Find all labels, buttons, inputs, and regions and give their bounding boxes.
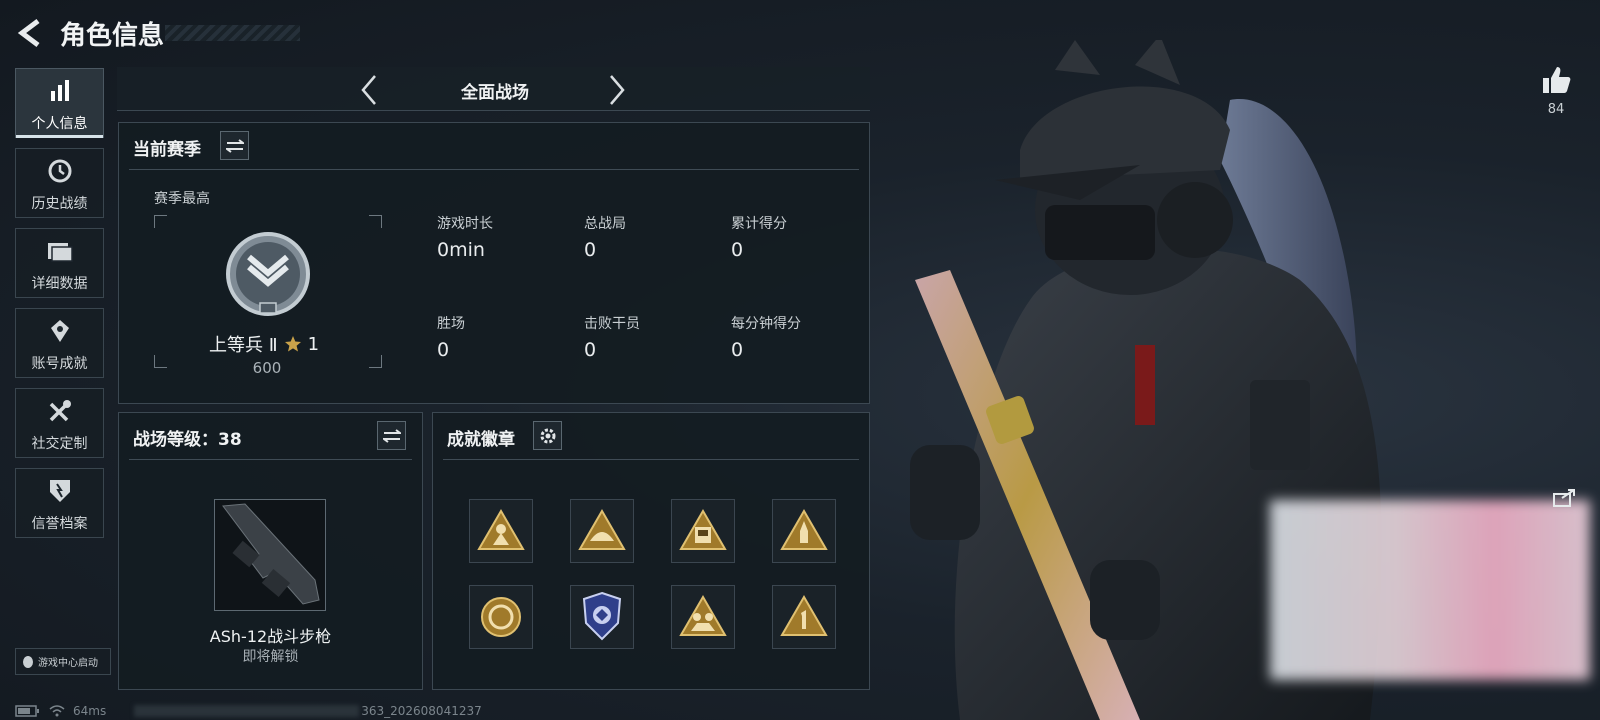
app-root: 角色信息 个人信息 历史战绩 详细数据 账号成就 社交定制 信誉档案 游戏中心启… <box>0 0 1600 720</box>
rank-name-row: 上等兵 Ⅱ 1 <box>209 331 319 357</box>
battlefield-level-title: 战场等级：38 <box>133 430 242 450</box>
achievements-settings-button[interactable] <box>533 421 562 450</box>
badge-58-triangle-icon <box>679 509 727 550</box>
stat-label-total-score: 累计得分 <box>731 216 787 232</box>
stat-value-total-score: 0 <box>731 239 744 261</box>
sidebar-item-label: 信誉档案 <box>31 516 88 532</box>
battlefield-level-panel: 战场等级：38 ASh-12战斗步枪 即将解锁 <box>118 412 423 690</box>
stat-value-total-matches: 0 <box>584 239 597 261</box>
sidebar-item-label: 社交定制 <box>31 436 88 452</box>
ping-text: 64ms <box>73 704 107 718</box>
achievement-icon <box>50 320 69 342</box>
season-switch-button[interactable] <box>220 131 249 160</box>
status-bar: 64ms 363_202608041237 <box>15 704 482 718</box>
rank-stars: 1 <box>307 333 320 355</box>
sidebar-item-label: 详细数据 <box>31 276 88 292</box>
bar-chart-icon <box>50 80 69 101</box>
stat-label-wins: 胜场 <box>437 316 465 332</box>
season-best-label: 赛季最高 <box>154 191 210 207</box>
rifle-icon <box>222 503 320 605</box>
wifi-icon <box>49 705 65 717</box>
like-count: 84 <box>1547 102 1565 117</box>
history-icon <box>48 159 71 183</box>
stat-label-total-matches: 总战局 <box>584 216 626 232</box>
tools-icon <box>49 400 71 422</box>
season-title: 当前赛季 <box>133 140 201 160</box>
sidebar-item-label: 个人信息 <box>31 116 88 132</box>
blurred-id <box>134 705 360 717</box>
achievement-badge[interactable] <box>772 585 836 649</box>
folder-icon <box>47 243 73 262</box>
sidebar-item-label: 账号成就 <box>31 356 88 372</box>
achievements-title: 成就徽章 <box>447 430 515 450</box>
title-stripe-decor <box>165 25 300 41</box>
divider <box>443 459 859 460</box>
divider <box>129 459 412 460</box>
soldier-triangle-icon <box>477 509 525 550</box>
share-icon <box>1553 489 1575 507</box>
frame-corner <box>369 215 382 228</box>
rank-emblem-icon <box>226 232 310 316</box>
number-one-triangle-icon <box>780 595 828 636</box>
mode-label: 全面战场 <box>461 83 529 103</box>
sidebar-item-label: 历史战绩 <box>31 196 88 212</box>
rocket-triangle-icon <box>780 509 828 550</box>
mode-prev-button[interactable] <box>357 73 381 107</box>
build-text: 363_202608041237 <box>361 704 482 718</box>
stat-label-playtime: 游戏时长 <box>437 216 493 232</box>
helmet-triangle-icon <box>578 509 626 550</box>
coin-circle-icon <box>481 597 521 637</box>
stat-value-score-per-minute: 0 <box>731 339 744 361</box>
stat-value-wins: 0 <box>437 339 450 361</box>
achievement-badge[interactable] <box>570 585 634 649</box>
stat-value-kills: 0 <box>584 339 597 361</box>
swap-icon <box>382 428 401 443</box>
battlefield-switch-button[interactable] <box>377 421 406 450</box>
sidebar-item-history[interactable]: 历史战绩 <box>15 148 104 218</box>
weapon-thumbnail[interactable] <box>214 499 326 611</box>
share-button[interactable] <box>1552 488 1578 508</box>
back-button[interactable] <box>14 15 46 51</box>
sidebar-item-achievements[interactable]: 账号成就 <box>15 308 104 378</box>
battery-icon <box>15 705 39 717</box>
shield-eagle-icon <box>582 591 622 641</box>
blurred-overlay <box>1270 500 1590 680</box>
chevron-right-icon <box>610 75 625 105</box>
frame-corner <box>154 215 167 228</box>
chevron-left-icon <box>361 75 376 105</box>
game-center-label: 游戏中心启动 <box>38 658 98 669</box>
rank-points: 600 <box>252 359 282 377</box>
game-center-button[interactable]: 游戏中心启动 <box>15 648 111 675</box>
rank-name: 上等兵 Ⅱ <box>209 335 278 356</box>
weapon-status: 即将解锁 <box>242 649 299 665</box>
page-title: 角色信息 <box>60 21 165 51</box>
weapon-name: ASh-12战斗步枪 <box>209 627 332 646</box>
achievement-badge[interactable] <box>469 499 533 563</box>
achievement-badge[interactable] <box>772 499 836 563</box>
star-icon <box>284 336 301 352</box>
achievement-badge[interactable] <box>671 499 735 563</box>
swap-icon <box>225 138 244 153</box>
stat-label-kills: 击败干员 <box>584 316 640 332</box>
achievement-badge[interactable] <box>469 585 533 649</box>
stat-label-score-per-minute: 每分钟得分 <box>731 316 801 332</box>
qq-penguin-icon <box>23 655 33 668</box>
sidebar-item-detail-data[interactable]: 详细数据 <box>15 228 104 298</box>
like-button[interactable]: 84 <box>1538 64 1574 122</box>
credit-icon <box>49 480 70 502</box>
sidebar-item-personal-info[interactable]: 个人信息 <box>15 68 104 138</box>
squad-triangle-icon <box>679 595 727 636</box>
achievements-panel: 成就徽章 <box>432 412 870 690</box>
sidebar-item-social[interactable]: 社交定制 <box>15 388 104 458</box>
achievement-badge[interactable] <box>570 499 634 563</box>
sidebar-item-credit[interactable]: 信誉档案 <box>15 468 104 538</box>
stat-value-playtime: 0min <box>437 239 485 261</box>
mode-next-button[interactable] <box>605 73 629 107</box>
thumbs-up-icon <box>1543 67 1571 93</box>
divider <box>129 169 859 170</box>
back-arrow-icon <box>17 19 40 47</box>
season-panel: 当前赛季 赛季最高 上等兵 Ⅱ 1 600 游戏时长 0min 总战局 0 累计… <box>118 122 870 404</box>
achievement-badge[interactable] <box>671 585 735 649</box>
gear-icon <box>540 428 555 443</box>
